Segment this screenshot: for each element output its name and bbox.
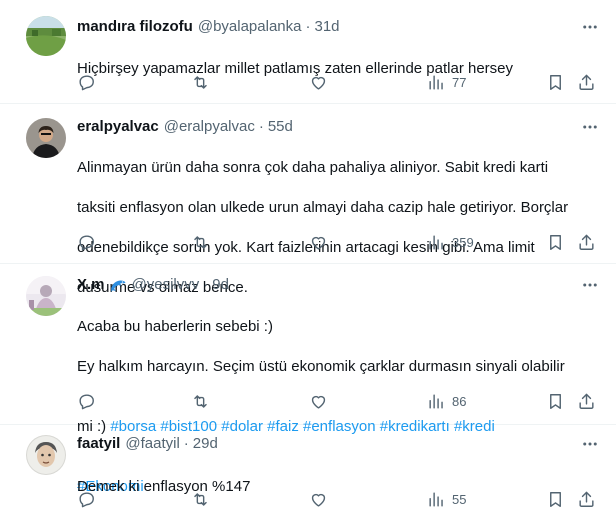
more-icon[interactable] <box>580 275 600 295</box>
avatar[interactable] <box>26 435 66 475</box>
tweet-text-line: taksiti enflasyon olan ulkede urun almay… <box>77 199 569 216</box>
bookmark-icon <box>550 74 561 90</box>
avatar[interactable] <box>26 16 66 56</box>
separator-dot: · <box>203 276 209 293</box>
like-icon <box>311 395 326 409</box>
tweet-header: mandıra filozofu @byalapalanka · 31d <box>77 17 340 37</box>
tweet-actions: 77 <box>77 72 597 92</box>
retweet-icon <box>194 235 207 249</box>
separator-dot: · <box>183 435 189 452</box>
user-handle[interactable]: @byalapalanka <box>198 17 302 37</box>
retweet-icon <box>194 75 207 89</box>
separator-dot: · <box>258 118 264 135</box>
timestamp[interactable]: 31d <box>314 17 339 37</box>
bookmark-button[interactable] <box>546 72 565 92</box>
views-button[interactable]: 77 <box>427 72 466 92</box>
tweet-text-line: Ey halkım harcayın. Seçim üstü ekonomik … <box>77 358 565 375</box>
user-handle[interactable]: @yesilvvv <box>132 275 200 295</box>
like-icon <box>311 76 326 90</box>
tweet-actions: 86 <box>77 391 597 411</box>
timestamp[interactable]: 55d <box>268 117 293 137</box>
bookmark-icon <box>550 491 561 507</box>
reply-button[interactable] <box>77 489 96 509</box>
separator-dot: · <box>305 18 311 35</box>
like-button[interactable] <box>309 391 328 411</box>
views-icon <box>429 74 443 90</box>
tweet[interactable]: faatyil @faatyil · 29d Demek ki enflasyo… <box>0 425 616 519</box>
tweet-text-line: Alinmayan ürün daha sonra çok daha pahal… <box>77 159 549 176</box>
avatar[interactable] <box>26 276 66 316</box>
tweet-header: faatyil @faatyil · 29d <box>77 434 218 454</box>
display-name[interactable]: X.m <box>77 275 105 295</box>
reply-button[interactable] <box>77 72 96 92</box>
views-count: 359 <box>452 234 474 250</box>
views-icon <box>429 234 443 250</box>
tweet[interactable]: mandıra filozofu @byalapalanka · 31d Hiç… <box>0 0 616 104</box>
bookmark-button[interactable] <box>546 391 565 411</box>
bookmark-icon <box>550 393 561 409</box>
share-button[interactable] <box>577 391 596 411</box>
tweet-text-line: Acaba bu haberlerin sebebi :) <box>77 318 273 335</box>
views-icon <box>429 491 443 507</box>
display-name[interactable]: eralpyalvac <box>77 117 159 137</box>
share-icon <box>579 393 594 409</box>
like-icon <box>311 236 326 250</box>
tweet[interactable]: X.m @yesilvvv · 9d Acaba bu haberlerin s… <box>0 264 616 495</box>
views-button[interactable]: 55 <box>427 489 466 509</box>
user-handle[interactable]: @faatyil <box>125 434 179 454</box>
retweet-button[interactable] <box>191 391 210 411</box>
retweet-icon <box>194 394 207 408</box>
like-icon <box>311 493 326 507</box>
views-button[interactable]: 86 <box>427 391 466 411</box>
bookmark-button[interactable] <box>546 232 565 252</box>
bookmark-icon <box>550 234 561 250</box>
tweet-header: X.m @yesilvvv · 9d <box>77 275 229 295</box>
retweet-icon <box>194 492 207 506</box>
share-icon <box>579 491 594 507</box>
share-button[interactable] <box>577 232 596 252</box>
user-handle[interactable]: @eralpyalvac <box>164 117 255 137</box>
share-button[interactable] <box>577 72 596 92</box>
reply-icon <box>79 234 94 250</box>
views-count: 77 <box>452 74 467 90</box>
like-button[interactable] <box>309 232 328 252</box>
retweet-button[interactable] <box>191 72 210 92</box>
reply-button[interactable] <box>77 391 96 411</box>
bookmark-button[interactable] <box>546 489 565 509</box>
more-icon[interactable] <box>580 434 600 454</box>
like-button[interactable] <box>309 72 328 92</box>
tweet-header: eralpyalvac @eralpyalvac · 55d <box>77 117 293 137</box>
views-count: 55 <box>452 491 467 507</box>
more-icon[interactable] <box>580 17 600 37</box>
views-count: 86 <box>452 393 467 409</box>
tweet-feed: mandıra filozofu @byalapalanka · 31d Hiç… <box>0 0 616 519</box>
views-button[interactable]: 359 <box>427 232 474 252</box>
more-icon[interactable] <box>580 117 600 137</box>
retweet-button[interactable] <box>191 489 210 509</box>
share-icon <box>579 74 594 90</box>
tweet[interactable]: eralpyalvac @eralpyalvac · 55d Alinmayan… <box>0 104 616 296</box>
retweet-button[interactable] <box>191 232 210 252</box>
avatar[interactable] <box>26 118 66 158</box>
display-name[interactable]: mandıra filozofu <box>77 17 193 37</box>
reply-icon <box>79 74 94 90</box>
display-name[interactable]: faatyil <box>77 434 120 454</box>
tweet-actions: 55 <box>77 489 597 509</box>
share-icon <box>579 234 594 250</box>
reply-icon <box>79 393 94 409</box>
tweet-actions: 359 <box>77 232 597 252</box>
timestamp[interactable]: 29d <box>193 434 218 454</box>
timestamp[interactable]: 9d <box>212 275 229 295</box>
views-icon <box>429 393 443 409</box>
dolphin-emoji-icon <box>109 276 127 294</box>
share-button[interactable] <box>577 489 596 509</box>
like-button[interactable] <box>309 489 328 509</box>
reply-button[interactable] <box>77 232 96 252</box>
reply-icon <box>79 491 94 507</box>
